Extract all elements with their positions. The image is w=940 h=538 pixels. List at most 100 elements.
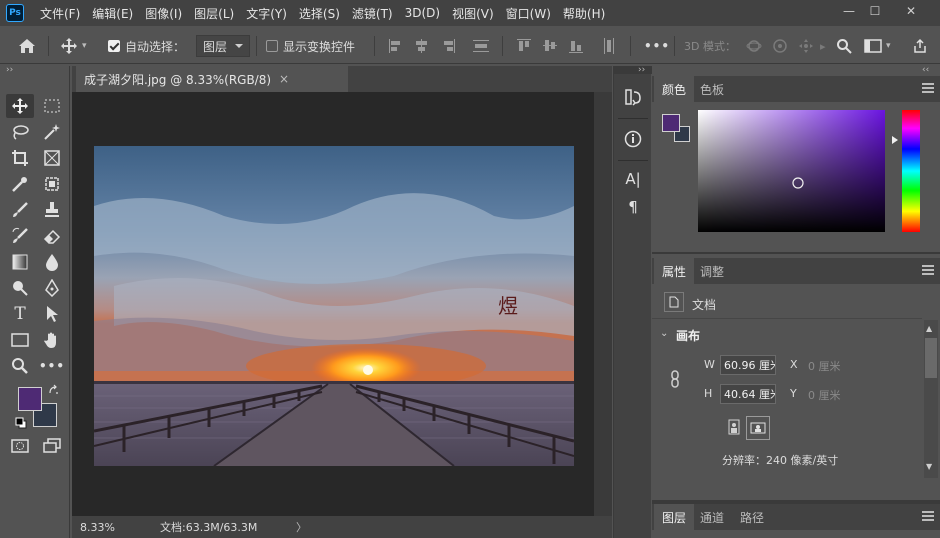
blur-tool[interactable] [38,250,66,274]
collapse-panels-icon[interactable]: ‹‹ [922,65,929,75]
3d-orbit-button[interactable] [746,28,762,64]
frame-tool[interactable] [38,146,66,170]
history-brush-tool[interactable] [6,224,34,248]
menu-window[interactable]: 窗口(W) [500,5,557,22]
dodge-tool[interactable] [6,276,34,300]
collapse-tools-icon[interactable]: ›› [6,65,13,75]
hue-slider[interactable] [902,110,920,232]
path-select-tool[interactable] [38,302,66,326]
menu-view[interactable]: 视图(V) [446,5,500,22]
screen-mode-button[interactable] [38,434,66,458]
menu-type[interactable]: 文字(Y) [240,5,293,22]
link-dimensions-button[interactable] [670,370,680,391]
menu-layer[interactable]: 图层(L) [188,5,240,22]
brush-tool[interactable] [6,198,34,222]
scroll-up-icon[interactable]: ▲ [926,324,932,333]
pen-tool[interactable] [38,276,66,300]
color-picker-field[interactable] [698,110,885,232]
status-menu-arrow[interactable]: 〉 [296,519,307,535]
document-image[interactable]: 煜 [93,146,575,467]
canvas-area[interactable]: 煜 [72,92,594,516]
align-hcenter-button[interactable] [414,28,430,64]
landscape-orientation-button[interactable] [746,416,770,440]
character-panel-button[interactable]: A| [618,166,648,192]
hand-tool[interactable] [38,328,66,352]
chevron-down-icon[interactable]: ⌄ [660,328,668,339]
menu-edit[interactable]: 编辑(E) [86,5,139,22]
scroll-thumb[interactable] [925,338,937,378]
more-tools-button[interactable]: ••• [38,354,66,378]
canvas-section-title[interactable]: 画布 [676,327,700,344]
align-right-button[interactable] [440,28,456,64]
menu-filter[interactable]: 滤镜(T) [346,5,399,22]
tab-channels[interactable]: 通道 [692,504,732,530]
canvas-vertical-scrollbar[interactable] [594,92,612,516]
tab-properties[interactable]: 属性 [654,258,695,284]
type-tool[interactable]: T [6,302,34,326]
document-tab[interactable]: 成子湖夕阳.jpg @ 8.33%(RGB/8) × [76,66,348,92]
lasso-tool[interactable] [6,120,34,144]
auto-select-checkbox[interactable]: 自动选择： [108,28,185,64]
healing-tool[interactable] [38,172,66,196]
menu-3d[interactable]: 3D(D) [399,6,446,20]
3d-pan-button[interactable] [798,28,814,64]
align-bottom-button[interactable] [568,28,584,64]
maximize-button[interactable]: ☐ [856,0,894,22]
tab-swatches[interactable]: 色板 [692,76,732,102]
eraser-tool[interactable] [38,224,66,248]
3d-roll-button[interactable] [772,28,788,64]
tab-color[interactable]: 颜色 [654,76,695,102]
magic-wand-tool[interactable] [38,120,66,144]
default-colors-button[interactable] [15,417,27,432]
menu-select[interactable]: 选择(S) [293,5,346,22]
share-button[interactable] [912,28,928,64]
y-field[interactable]: 0 厘米 [808,387,841,403]
color-panel-menu-icon[interactable] [922,83,934,95]
rectangle-tool[interactable] [6,328,34,352]
eyedropper-tool[interactable] [6,172,34,196]
scroll-down-icon[interactable]: ▼ [926,462,932,471]
distribute-horizontal-button[interactable] [602,28,616,64]
marquee-tool[interactable] [38,94,66,118]
stamp-tool[interactable] [38,198,66,222]
align-top-button[interactable] [516,28,532,64]
align-vcenter-button[interactable] [542,28,558,64]
quick-mask-button[interactable] [6,434,34,458]
gradient-tool[interactable] [6,250,34,274]
close-tab-button[interactable]: × [279,72,289,86]
photoshop-logo-icon[interactable]: Ps [6,4,24,22]
show-transform-check[interactable] [266,40,278,52]
x-field[interactable]: 0 厘米 [808,358,841,374]
show-transform-checkbox[interactable]: 显示变换控件 [266,28,355,64]
menu-image[interactable]: 图像(I) [139,5,188,22]
swap-colors-button[interactable] [48,384,60,399]
move-tool-preset[interactable]: ▾ [60,28,87,64]
foreground-color-swatch[interactable] [18,387,42,411]
tab-layers[interactable]: 图层 [654,504,695,530]
align-left-button[interactable] [388,28,404,64]
hue-slider-handle[interactable] [892,136,902,144]
info-panel-button[interactable] [618,126,648,152]
properties-scrollbar[interactable]: ▲ ▼ [924,320,938,478]
width-field[interactable]: 60.96 厘米 [720,355,776,375]
more-options-button[interactable]: ••• [644,28,670,64]
zoom-level[interactable]: 8.33% [80,521,115,534]
close-window-button[interactable]: ✕ [892,0,930,22]
move-tool[interactable] [6,94,34,118]
crop-tool[interactable] [6,146,34,170]
3d-slide-button[interactable]: ▸ [820,28,826,64]
zoom-tool[interactable] [6,354,34,378]
workspace-button[interactable]: ▾ [864,28,891,64]
distribute-vertical-button[interactable] [472,28,490,64]
home-button[interactable] [18,28,36,64]
menu-help[interactable]: 帮助(H) [557,5,611,22]
portrait-orientation-button[interactable] [724,416,744,438]
auto-select-check[interactable] [108,40,120,52]
foreground-color-chip[interactable] [662,114,680,132]
height-field[interactable]: 40.64 厘米 [720,384,776,404]
menu-file[interactable]: 文件(F) [34,5,86,22]
search-button[interactable] [836,28,852,64]
properties-panel-menu-icon[interactable] [922,265,934,277]
layers-panel-menu-icon[interactable] [922,511,934,523]
auto-select-target-dropdown[interactable]: 图层 [196,35,251,57]
